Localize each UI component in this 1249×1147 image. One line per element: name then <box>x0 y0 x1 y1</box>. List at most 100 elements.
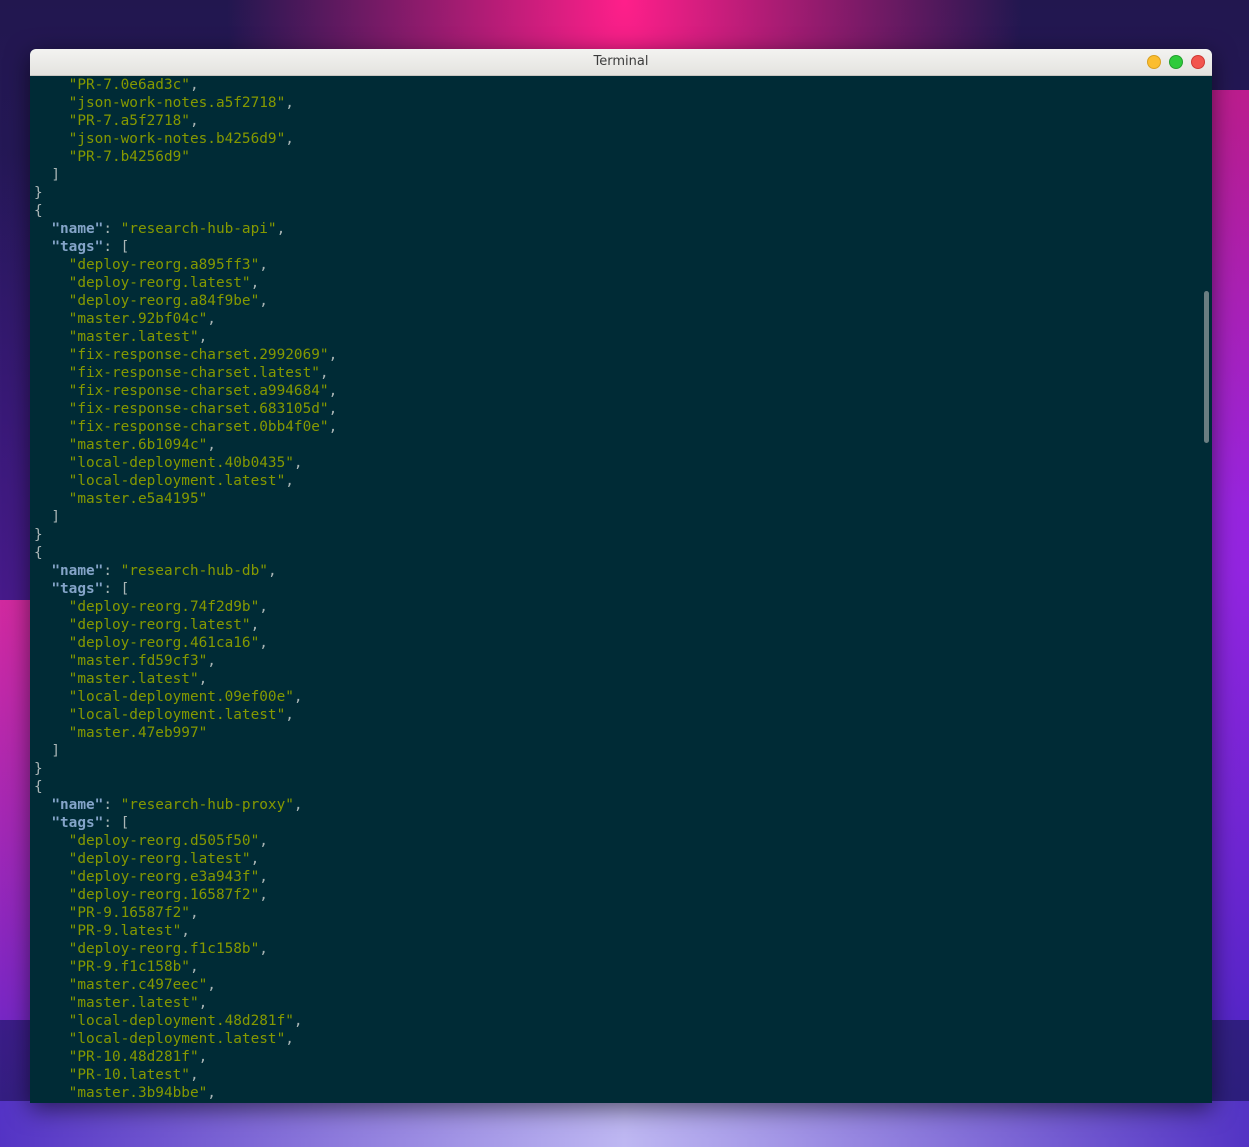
terminal-line: ] <box>34 166 1212 184</box>
json-string: "local-deployment.09ef00e" <box>68 689 294 705</box>
json-string: "local-deployment.latest" <box>68 473 286 489</box>
terminal-line: "fix-response-charset.a994684", <box>34 382 1212 400</box>
json-string: "research-hub-db" <box>120 563 268 579</box>
maximize-button[interactable] <box>1169 55 1183 69</box>
terminal-output-area[interactable]: "PR-7.0e6ad3c", "json-work-notes.a5f2718… <box>30 76 1212 1103</box>
json-string: "master.latest" <box>68 671 199 687</box>
terminal-line: "deploy-reorg.461ca16", <box>34 634 1212 652</box>
terminal-line: "name": "research-hub-proxy", <box>34 796 1212 814</box>
json-string: "local-deployment.48d281f" <box>68 1013 294 1029</box>
terminal-output: "PR-7.0e6ad3c", "json-work-notes.a5f2718… <box>30 76 1212 1102</box>
terminal-line: } <box>34 526 1212 544</box>
json-string: "deploy-reorg.16587f2" <box>68 887 260 903</box>
window-titlebar[interactable]: Terminal <box>30 49 1212 76</box>
scrollbar-thumb[interactable] <box>1204 291 1209 443</box>
terminal-window[interactable]: Terminal "PR-7.0e6ad3c", "json-work-note… <box>30 49 1212 1103</box>
terminal-line: "fix-response-charset.683105d", <box>34 400 1212 418</box>
terminal-text: ] <box>51 167 60 183</box>
terminal-line: "master.92bf04c", <box>34 310 1212 328</box>
terminal-text: , <box>207 977 216 993</box>
terminal-line: "deploy-reorg.a84f9be", <box>34 292 1212 310</box>
terminal-text: , <box>293 455 303 471</box>
terminal-text: , <box>285 95 294 111</box>
terminal-text: , <box>207 437 216 453</box>
terminal-text: , <box>181 923 190 939</box>
terminal-text: , <box>259 293 268 309</box>
terminal-line: "local-deployment.latest", <box>34 1030 1212 1048</box>
terminal-line: "fix-response-charset.2992069", <box>34 346 1212 364</box>
json-string: "PR-9.16587f2" <box>68 905 190 921</box>
json-string: "fix-response-charset.a994684" <box>68 383 329 399</box>
json-key: "name" <box>51 797 104 813</box>
json-string: "master.92bf04c" <box>68 311 208 327</box>
json-string: "fix-response-charset.0bb4f0e" <box>68 419 329 435</box>
terminal-line: "deploy-reorg.latest", <box>34 274 1212 292</box>
terminal-line: "name": "research-hub-db", <box>34 562 1212 580</box>
terminal-text: : <box>103 221 121 237</box>
json-string: "research-hub-proxy" <box>120 797 294 813</box>
json-string: "deploy-reorg.a84f9be" <box>68 293 260 309</box>
terminal-text: , <box>293 689 303 705</box>
terminal-text: , <box>328 401 338 417</box>
json-string: "research-hub-api" <box>120 221 277 237</box>
terminal-text: } <box>34 761 43 777</box>
terminal-line: "master.latest", <box>34 670 1212 688</box>
terminal-line: } <box>34 760 1212 778</box>
terminal-text: , <box>207 311 216 327</box>
terminal-line: "PR-7.0e6ad3c", <box>34 76 1212 94</box>
terminal-text: , <box>285 1031 294 1047</box>
terminal-text: , <box>259 887 268 903</box>
terminal-text: { <box>34 545 43 561</box>
terminal-line: "PR-10.latest", <box>34 1066 1212 1084</box>
terminal-line: "deploy-reorg.74f2d9b", <box>34 598 1212 616</box>
terminal-text: , <box>276 221 286 237</box>
terminal-text: , <box>293 1013 303 1029</box>
terminal-text: ] <box>51 509 60 525</box>
terminal-text: } <box>34 185 43 201</box>
terminal-text: , <box>259 635 268 651</box>
terminal-line: "deploy-reorg.e3a943f", <box>34 868 1212 886</box>
terminal-line: "deploy-reorg.16587f2", <box>34 886 1212 904</box>
terminal-line: "PR-7.b4256d9" <box>34 148 1212 166</box>
minimize-button[interactable] <box>1147 55 1161 69</box>
terminal-line: "PR-7.a5f2718", <box>34 112 1212 130</box>
terminal-text: ] <box>51 743 60 759</box>
terminal-text: , <box>189 905 199 921</box>
json-string: "PR-9.f1c158b" <box>68 959 190 975</box>
close-button[interactable] <box>1191 55 1205 69</box>
terminal-text: , <box>198 995 208 1011</box>
terminal-text: , <box>189 77 199 93</box>
terminal-line: "master.3b94bbe", <box>34 1084 1212 1102</box>
terminal-text: , <box>293 797 303 813</box>
json-string: "master.latest" <box>68 329 199 345</box>
terminal-line: "tags": [ <box>34 814 1212 832</box>
json-string: "master.6b1094c" <box>68 437 208 453</box>
terminal-line: "local-deployment.latest", <box>34 706 1212 724</box>
wallpaper-glow-right <box>1209 90 1249 1020</box>
json-key: "name" <box>51 221 104 237</box>
json-string: "local-deployment.40b0435" <box>68 455 294 471</box>
terminal-line: "master.latest", <box>34 328 1212 346</box>
